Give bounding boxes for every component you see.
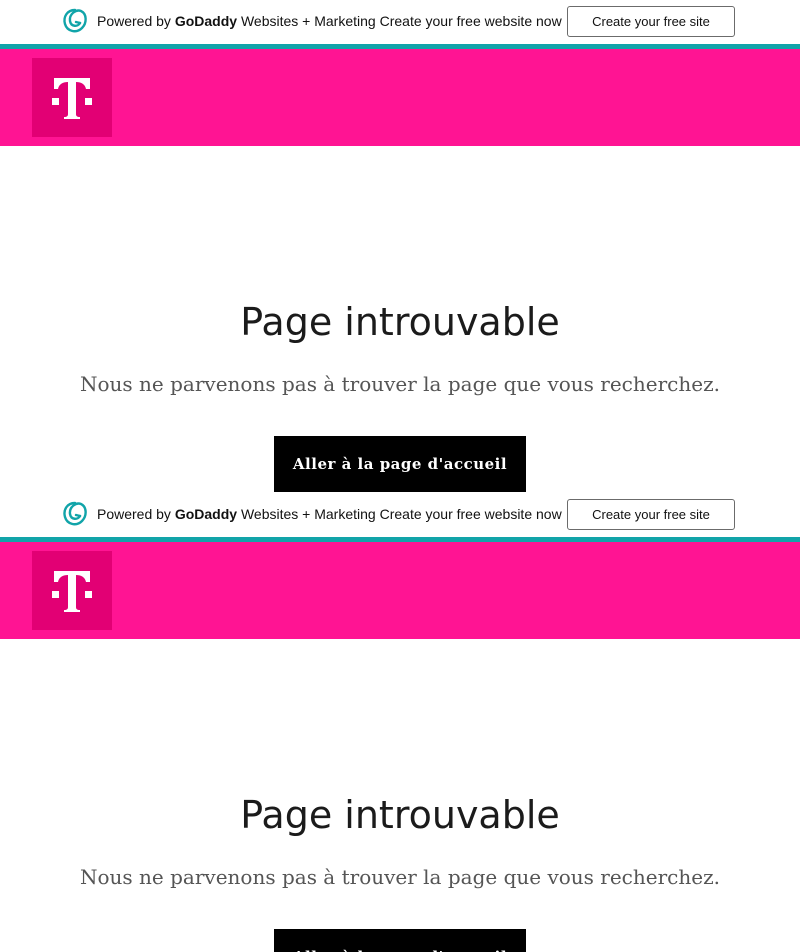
powered-by-label: Powered by — [97, 506, 171, 522]
site-header — [0, 542, 800, 639]
godaddy-promo-bar: Powered by GoDaddy Websites + Marketing … — [0, 0, 800, 44]
page-title: Page introuvable — [240, 300, 560, 344]
create-free-site-button[interactable]: Create your free site — [567, 499, 735, 530]
not-found-message: Nous ne parvenons pas à trouver la page … — [80, 372, 720, 396]
godaddy-product-label: Websites + Marketing — [240, 506, 376, 522]
godaddy-promo-label: Create your free website now — [379, 13, 562, 29]
godaddy-product-label: Websites + Marketing — [240, 13, 376, 29]
powered-by-label: Powered by — [97, 13, 171, 29]
site-header — [0, 49, 800, 146]
godaddy-promo-text: Powered by GoDaddy Websites + Marketing … — [97, 506, 562, 522]
page-view-repeat: Powered by GoDaddy Websites + Marketing … — [0, 493, 800, 952]
not-found-message: Nous ne parvenons pas à trouver la page … — [80, 865, 720, 889]
godaddy-logo-icon — [63, 501, 87, 526]
page-title: Page introuvable — [240, 793, 560, 837]
godaddy-brand-label: GoDaddy — [174, 506, 238, 522]
site-logo[interactable] — [32, 58, 112, 137]
godaddy-promo-label: Create your free website now — [379, 506, 562, 522]
page-view: Powered by GoDaddy Websites + Marketing … — [0, 0, 800, 493]
create-free-site-button[interactable]: Create your free site — [567, 6, 735, 37]
godaddy-brand-label: GoDaddy — [174, 13, 238, 29]
godaddy-promo-bar: Powered by GoDaddy Websites + Marketing … — [0, 493, 800, 537]
site-logo[interactable] — [32, 551, 112, 630]
go-home-button[interactable]: Aller à la page d'accueil — [274, 929, 526, 952]
godaddy-promo-text: Powered by GoDaddy Websites + Marketing … — [97, 13, 562, 29]
go-home-button[interactable]: Aller à la page d'accueil — [274, 436, 526, 492]
godaddy-logo-icon — [63, 8, 87, 33]
t-logo-icon — [52, 570, 92, 612]
t-logo-icon — [52, 77, 92, 119]
